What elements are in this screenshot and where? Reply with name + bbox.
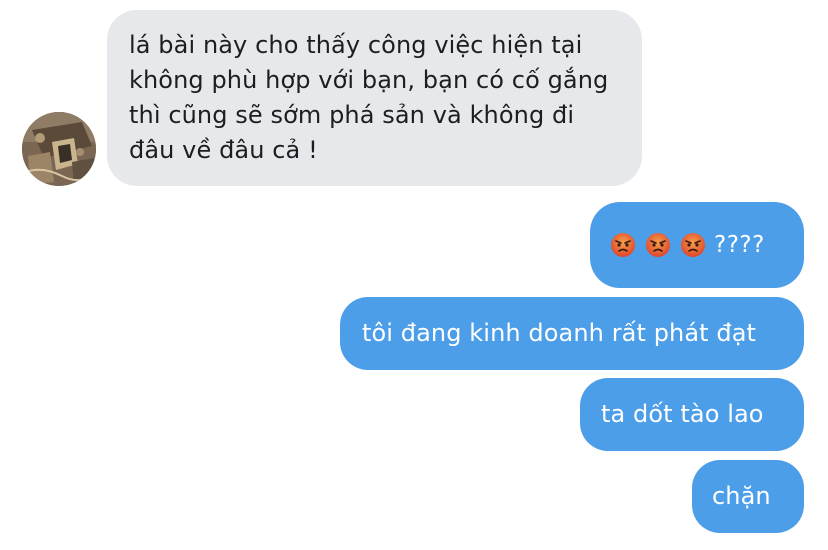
angry-face-icon: [645, 232, 671, 258]
incoming-message[interactable]: lá bài này cho thấy công việc hiện tại k…: [107, 10, 642, 186]
tarot-reader-avatar: [22, 112, 96, 186]
angry-face-icon: [680, 232, 706, 258]
outgoing-message-text: ????: [714, 231, 765, 258]
angry-face-icon: [610, 232, 636, 258]
outgoing-message[interactable]: ta dốt tào lao: [580, 378, 804, 451]
emoji-row: ????: [610, 228, 765, 263]
outgoing-message-text: tôi đang kinh doanh rất phát đạt: [362, 319, 757, 347]
incoming-message-text: lá bài này cho thấy công việc hiện tại k…: [129, 31, 609, 164]
outgoing-message[interactable]: ????: [590, 202, 804, 288]
outgoing-message[interactable]: chặn: [692, 460, 804, 533]
outgoing-message-text: chặn: [712, 482, 771, 510]
outgoing-message-text: ta dốt tào lao: [601, 400, 764, 428]
outgoing-message[interactable]: tôi đang kinh doanh rất phát đạt: [340, 297, 804, 370]
avatar[interactable]: [22, 112, 96, 186]
